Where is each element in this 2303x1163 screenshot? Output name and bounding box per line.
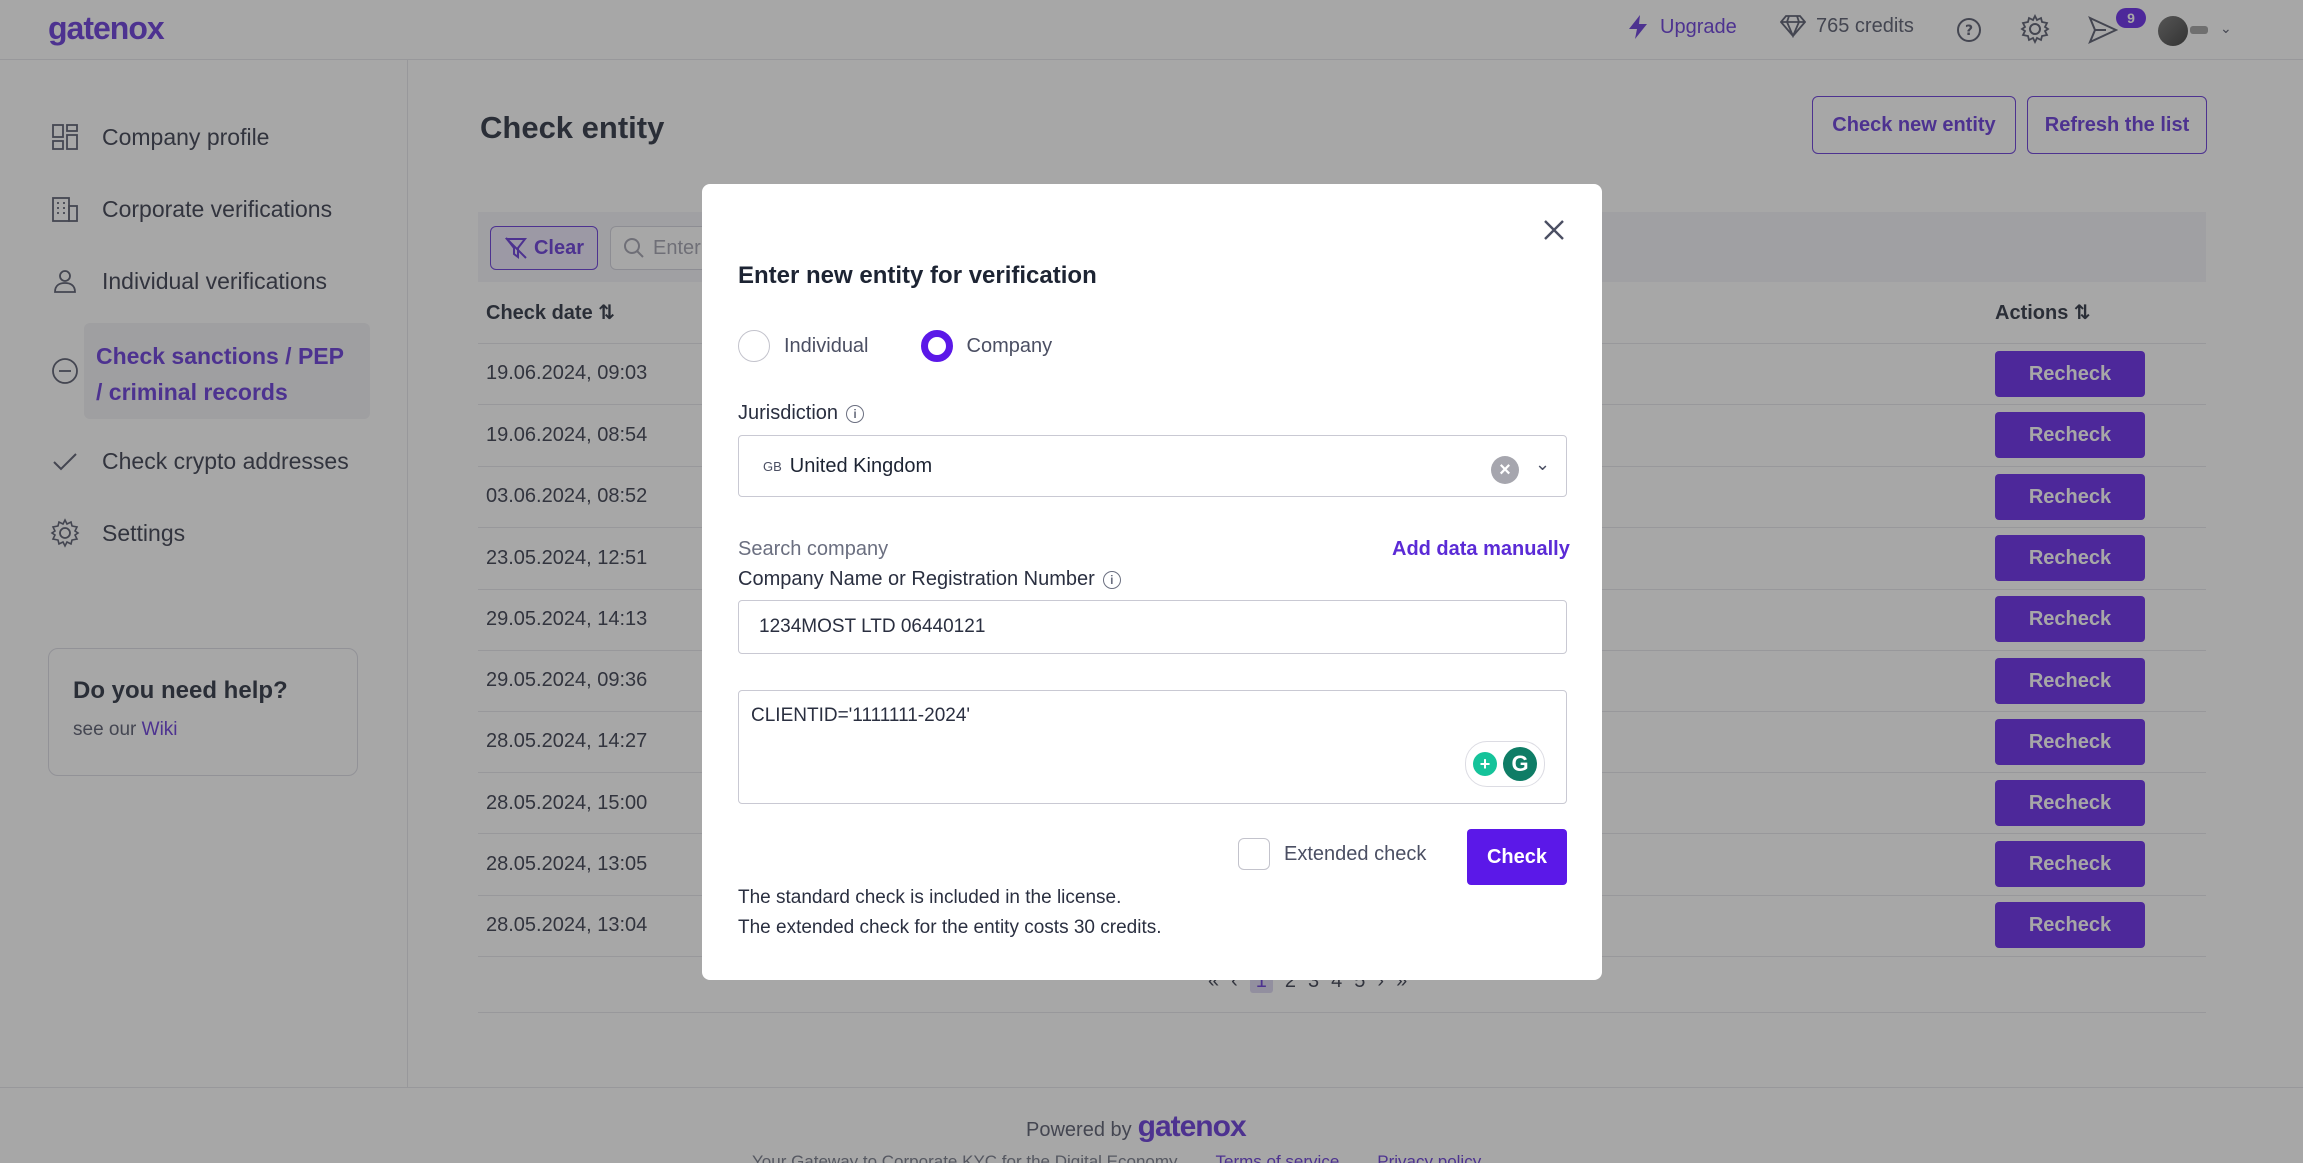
jurisdiction-label-text: Jurisdiction [738, 402, 839, 424]
grammarly-suggestion-icon[interactable]: + [1473, 752, 1497, 776]
radio-company[interactable] [920, 330, 953, 362]
client-notes-textarea[interactable]: CLIENTID='1111111-2024' + G [738, 690, 1567, 804]
company-field-label-text: Company Name or Registration Number [738, 568, 1095, 590]
grammarly-widget[interactable]: + G [1465, 741, 1545, 787]
extended-check-option[interactable]: Extended check [1238, 838, 1426, 870]
radio-individual[interactable] [738, 330, 770, 362]
dialog-title: Enter new entity for verification [738, 262, 1097, 289]
extended-check-checkbox[interactable] [1238, 838, 1270, 870]
check-button[interactable]: Check [1467, 829, 1567, 885]
company-field-label: Company Name or Registration Number i [738, 568, 1121, 591]
chevron-down-icon[interactable]: ⌄ [1535, 454, 1550, 475]
company-search-input[interactable]: 1234MOST LTD 06440121 [738, 600, 1567, 654]
jurisdiction-select[interactable]: GB United Kingdom × ⌄ [738, 435, 1567, 497]
search-company-label: Search company [738, 538, 889, 560]
new-entity-dialog: Enter new entity for verification Indivi… [702, 184, 1602, 980]
add-data-manually-link[interactable]: Add data manually [1392, 538, 1570, 561]
clear-selection-icon[interactable]: × [1491, 456, 1519, 484]
radio-individual-label[interactable]: Individual [784, 335, 869, 358]
extended-check-label[interactable]: Extended check [1284, 843, 1426, 866]
entity-type-radio-group: Individual Company [738, 330, 1052, 362]
grammarly-logo-icon[interactable]: G [1503, 747, 1537, 781]
note-standard: The standard check is included in the li… [738, 887, 1122, 908]
flag-code: GB [763, 458, 782, 474]
info-icon[interactable]: i [846, 404, 865, 423]
close-icon[interactable] [1540, 216, 1568, 244]
jurisdiction-label: Jurisdiction i [738, 402, 865, 425]
jurisdiction-value: United Kingdom [789, 454, 933, 477]
client-notes-value: CLIENTID='1111111-2024' [751, 705, 971, 726]
info-icon[interactable]: i [1102, 570, 1121, 589]
radio-company-label[interactable]: Company [967, 335, 1053, 358]
note-extended: The extended check for the entity costs … [738, 917, 1162, 938]
